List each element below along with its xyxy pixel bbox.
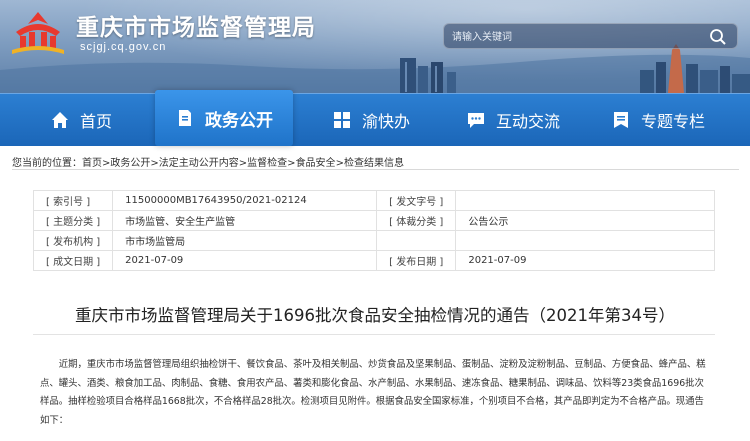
article-title: 重庆市市场监督管理局关于1696批次食品安全抽检情况的通告（2021年第34号） [75,306,675,325]
site-domain: scjgj.cq.gov.cn [80,41,167,53]
nav-label: 专题专栏 [641,112,706,131]
info-key: [ 发布日期 ] [376,250,457,271]
document-icon [179,110,191,126]
bookmark-icon [614,112,628,128]
nav-item-interaction[interactable]: 互动交流 [466,94,560,146]
nav-label: 首页 [80,112,113,131]
info-value: 11500000MB17643950/2021-02124 [112,190,378,211]
info-key: [ 索引号 ] [32,190,114,211]
table-row: [ 索引号 ] 11500000MB17643950/2021-02124 [ … [32,190,715,211]
header-banner: 重庆市市场监督管理局 scjgj.cq.gov.cn [0,0,750,93]
info-value: 市场监管、安全生产监管 [112,210,378,231]
info-value [455,230,715,251]
breadcrumb-separator: > [238,158,248,169]
info-key [376,230,457,251]
nav-label: 政务公开 [205,110,273,131]
info-key: [ 体裁分类 ] [376,210,457,231]
info-value: 2021-07-09 [455,250,715,271]
table-row: [ 主题分类 ] 市场监管、安全生产监管 [ 体裁分类 ] 公告公示 [32,210,715,231]
divider [12,169,739,170]
search-input[interactable] [452,28,702,46]
breadcrumb-item[interactable]: 检查结果信息 [344,158,404,169]
nav-item-special-topics[interactable]: 专题专栏 [611,94,705,146]
nav-item-yukuaiban[interactable]: 渝快办 [332,94,410,146]
search-icon[interactable] [709,28,727,46]
table-row: [ 发布机构 ] 市市场监管局 [32,230,715,251]
breadcrumb-item[interactable]: 法定主动公开内容 [159,158,239,169]
main-nav: 首页 政务公开 渝快办 互动交流 专题专栏 [0,90,750,146]
site-title[interactable]: 重庆市市场监督管理局 [76,8,316,42]
info-value [455,190,715,211]
home-icon [52,112,68,128]
nav-label: 渝快办 [362,112,411,131]
breadcrumb-item[interactable]: 食品安全 [296,158,336,169]
nav-label: 互动交流 [496,112,561,131]
info-key: [ 成文日期 ] [32,250,114,271]
table-row: [ 成文日期 ] 2021-07-09 [ 发布日期 ] 2021-07-09 [32,250,715,271]
info-value: 2021-07-09 [112,250,378,271]
info-value: 公告公示 [455,210,715,231]
search-box [443,23,738,49]
grid-icon [334,112,350,128]
breadcrumb-separator: > [287,158,296,169]
info-key: [ 发布机构 ] [32,230,114,251]
logo [12,12,64,54]
breadcrumb: 您当前的位置：首页>政务公开>法定主动公开内容>监督检查>食品安全>检查结果信息 [12,154,404,169]
document-info-table: [ 索引号 ] 11500000MB17643950/2021-02124 [ … [32,190,715,271]
breadcrumb-prefix: 您当前的位置： [12,158,82,169]
info-key: [ 发文字号 ] [376,190,457,211]
article-body: 近期，重庆市市场监督管理局组织抽检饼干、餐饮食品、茶叶及相关制品、炒货食品及坚果… [40,356,712,430]
nav-item-government-affairs[interactable]: 政务公开 [155,90,293,146]
article-paragraph: 近期，重庆市市场监督管理局组织抽检饼干、餐饮食品、茶叶及相关制品、炒货食品及坚果… [40,359,706,426]
breadcrumb-item[interactable]: 监督检查 [247,158,287,169]
breadcrumb-separator: > [150,158,159,169]
info-key: [ 主题分类 ] [32,210,114,231]
chat-icon [468,113,484,128]
breadcrumb-separator: > [335,158,344,169]
nav-item-home[interactable]: 首页 [50,94,112,146]
breadcrumb-item[interactable]: 首页 [82,158,102,169]
breadcrumb-item[interactable]: 政务公开 [110,158,150,169]
info-value: 市市场监管局 [112,230,378,251]
divider [33,334,715,335]
